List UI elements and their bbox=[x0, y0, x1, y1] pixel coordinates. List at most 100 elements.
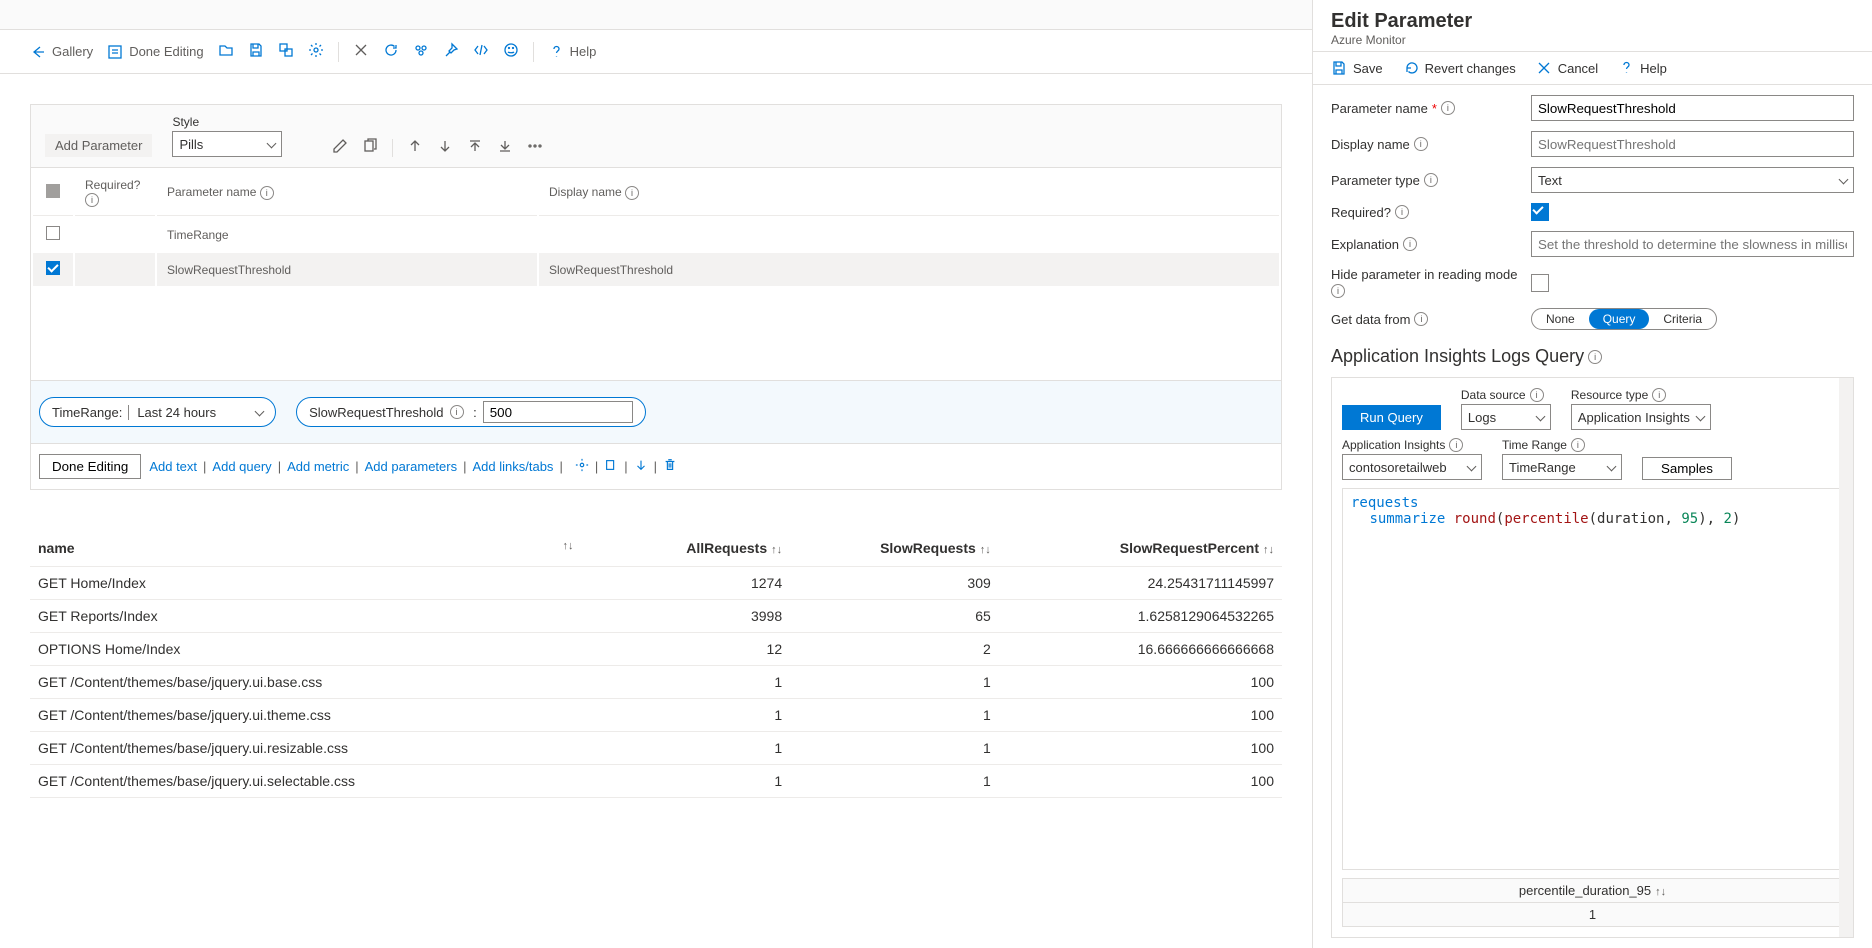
chevron-down-icon bbox=[1537, 410, 1544, 425]
table-row[interactable]: GET Home/Index127430924.25431711145997 bbox=[30, 567, 1282, 600]
close-icon[interactable] bbox=[353, 42, 369, 61]
more-icon[interactable] bbox=[527, 138, 543, 157]
selectall-checkbox[interactable] bbox=[46, 184, 60, 198]
copy-icon[interactable] bbox=[362, 138, 378, 157]
info-icon: i bbox=[85, 193, 99, 207]
gear-icon[interactable] bbox=[575, 458, 589, 475]
feedback-icon[interactable] bbox=[503, 42, 519, 61]
movedown-icon[interactable] bbox=[437, 138, 453, 157]
refresh-icon[interactable] bbox=[383, 42, 399, 61]
cancel-button[interactable]: Cancel bbox=[1536, 60, 1598, 76]
segment-none[interactable]: None bbox=[1532, 309, 1589, 329]
revert-button[interactable]: Revert changes bbox=[1403, 60, 1516, 76]
table-row[interactable]: GET /Content/themes/base/jquery.ui.theme… bbox=[30, 699, 1282, 732]
help-label: Help bbox=[570, 44, 597, 59]
help-icon bbox=[548, 44, 564, 60]
displayname-input[interactable] bbox=[1531, 131, 1854, 157]
slowthreshold-input[interactable] bbox=[483, 401, 633, 423]
done-editing-icon bbox=[107, 44, 123, 60]
appinsights-select[interactable]: contosoretailweb bbox=[1342, 454, 1482, 480]
add-parameters-link[interactable]: Add parameters bbox=[365, 459, 458, 474]
add-query-link[interactable]: Add query bbox=[212, 459, 271, 474]
hide-checkbox[interactable] bbox=[1531, 274, 1549, 292]
paramname-input[interactable] bbox=[1531, 95, 1854, 121]
parameters-panel: Add Parameter Style Pills bbox=[30, 104, 1282, 490]
display-name-cell bbox=[539, 218, 1279, 251]
param-name-cell: SlowRequestThreshold bbox=[157, 253, 537, 286]
datasource-select[interactable]: Logs bbox=[1461, 404, 1551, 430]
movedown-icon[interactable] bbox=[634, 458, 648, 475]
samples-button[interactable]: Samples bbox=[1642, 457, 1732, 480]
table-row[interactable]: GET /Content/themes/base/jquery.ui.selec… bbox=[30, 765, 1282, 798]
table-row[interactable]: GET /Content/themes/base/jquery.ui.resiz… bbox=[30, 732, 1282, 765]
save-label: Save bbox=[1353, 61, 1383, 76]
movetop-icon[interactable] bbox=[467, 138, 483, 157]
info-icon: i bbox=[260, 186, 274, 200]
save-icon[interactable] bbox=[248, 42, 264, 61]
datasource-label: Data source bbox=[1461, 388, 1526, 402]
col-all[interactable]: AllRequests bbox=[686, 540, 767, 556]
resourcetype-label: Resource type bbox=[1571, 388, 1648, 402]
table-row[interactable]: OPTIONS Home/Index12216.666666666666668 bbox=[30, 633, 1282, 666]
done-editing-button[interactable]: Done Editing bbox=[107, 44, 203, 60]
open-icon[interactable] bbox=[218, 42, 234, 61]
info-icon: i bbox=[1652, 388, 1666, 402]
explanation-input[interactable] bbox=[1531, 231, 1854, 257]
moveup-icon[interactable] bbox=[407, 138, 423, 157]
table-row[interactable]: TimeRange bbox=[33, 218, 1279, 251]
col-slow[interactable]: SlowRequests bbox=[880, 540, 976, 556]
paramtype-value: Text bbox=[1538, 173, 1562, 188]
col-name[interactable]: name bbox=[38, 540, 75, 556]
help-button[interactable]: Help bbox=[1618, 60, 1667, 76]
segment-query[interactable]: Query bbox=[1589, 309, 1650, 329]
movebottom-icon[interactable] bbox=[497, 138, 513, 157]
save-button[interactable]: Save bbox=[1331, 60, 1383, 76]
paramtype-select[interactable]: Text bbox=[1531, 167, 1854, 193]
table-row[interactable]: SlowRequestThreshold SlowRequestThreshol… bbox=[33, 253, 1279, 286]
getdata-label: Get data from bbox=[1331, 312, 1410, 327]
getdata-segment[interactable]: None Query Criteria bbox=[1531, 308, 1717, 330]
appinsights-label: Application Insights bbox=[1342, 438, 1445, 452]
result-value: 1 bbox=[1343, 903, 1842, 926]
help-button[interactable]: Help bbox=[548, 44, 597, 60]
col-pct[interactable]: SlowRequestPercent bbox=[1120, 540, 1259, 556]
table-row[interactable]: GET /Content/themes/base/jquery.ui.base.… bbox=[30, 666, 1282, 699]
settings-icon[interactable] bbox=[308, 42, 324, 61]
info-icon: i bbox=[1331, 284, 1345, 298]
info-icon: i bbox=[1441, 101, 1455, 115]
slowthreshold-capsule[interactable]: SlowRequestThreshold i : bbox=[296, 397, 646, 427]
timerange-select[interactable]: TimeRange bbox=[1502, 454, 1622, 480]
code-icon[interactable] bbox=[473, 42, 489, 61]
chevron-down-icon bbox=[1840, 173, 1847, 188]
row-checkbox[interactable] bbox=[46, 226, 60, 240]
add-text-link[interactable]: Add text bbox=[149, 459, 197, 474]
info-icon: i bbox=[1395, 205, 1409, 219]
resourcetype-select[interactable]: Application Insights bbox=[1571, 404, 1711, 430]
style-select[interactable]: Pills bbox=[172, 131, 282, 157]
delete-icon[interactable] bbox=[663, 458, 677, 475]
displayname-label: Display name bbox=[1331, 137, 1410, 152]
timerange-value: Last 24 hours bbox=[137, 405, 216, 420]
done-editing-button[interactable]: Done Editing bbox=[39, 454, 141, 479]
scrollbar[interactable] bbox=[1839, 378, 1853, 937]
run-query-button[interactable]: Run Query bbox=[1342, 405, 1441, 430]
add-metric-link[interactable]: Add metric bbox=[287, 459, 349, 474]
query-editor[interactable]: requests summarize round(percentile(dura… bbox=[1342, 488, 1843, 870]
required-checkbox[interactable] bbox=[1531, 203, 1549, 221]
saveas-icon[interactable] bbox=[278, 42, 294, 61]
table-row[interactable]: GET Reports/Index3998651.625812906453226… bbox=[30, 600, 1282, 633]
gallery-button[interactable]: Gallery bbox=[30, 44, 93, 60]
help-icon bbox=[1618, 60, 1634, 76]
add-parameter-button[interactable]: Add Parameter bbox=[45, 134, 152, 157]
undo-icon bbox=[1403, 60, 1419, 76]
add-linkstabs-link[interactable]: Add links/tabs bbox=[473, 459, 554, 474]
copy-icon[interactable] bbox=[604, 458, 618, 475]
chevron-down-icon bbox=[1608, 460, 1615, 475]
timerange-capsule[interactable]: TimeRange: Last 24 hours bbox=[39, 397, 276, 427]
query-result: percentile_duration_95↑↓ 1 bbox=[1342, 878, 1843, 927]
segment-criteria[interactable]: Criteria bbox=[1649, 309, 1716, 329]
edit-icon[interactable] bbox=[332, 138, 348, 157]
row-checkbox[interactable] bbox=[46, 261, 60, 275]
pin-icon[interactable] bbox=[443, 42, 459, 61]
autorefresh-icon[interactable] bbox=[413, 42, 429, 61]
